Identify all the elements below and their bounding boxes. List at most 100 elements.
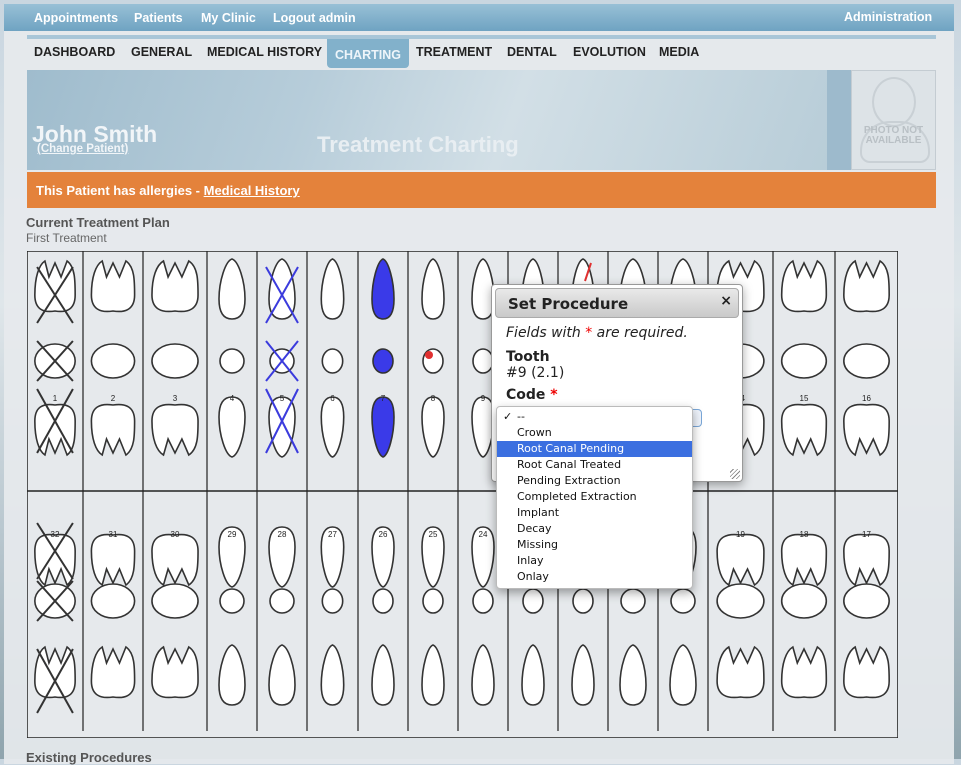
avatar-head-icon	[872, 77, 916, 127]
nav-appointments[interactable]: Appointments	[34, 11, 118, 25]
tooth-occlusal	[321, 588, 344, 614]
tooth-number: 26	[379, 530, 388, 539]
tooth-number: 6	[330, 394, 335, 403]
tab-dashboard[interactable]: DASHBOARD	[34, 45, 115, 59]
tooth-chart: 1234567891011121314151632313029282726252…	[27, 251, 898, 738]
change-patient-link[interactable]: (Change Patient)	[37, 143, 128, 155]
tooth-occlusal	[670, 588, 696, 614]
tooth-outline	[90, 259, 136, 313]
dropdown-option[interactable]: Decay	[497, 521, 692, 537]
tooth-outline	[780, 403, 828, 457]
tooth-number: 8	[431, 394, 436, 403]
tooth-value: #9 (2.1)	[506, 365, 565, 381]
nav-logout[interactable]: Logout admin	[273, 11, 356, 25]
tooth-outline	[151, 259, 199, 313]
tooth-occlusal	[151, 583, 199, 619]
tooth-occlusal	[572, 588, 594, 614]
tooth-number: 15	[800, 394, 809, 403]
tooth-occlusal	[151, 343, 199, 379]
tooth-outline	[780, 259, 828, 313]
tooth-outline	[90, 533, 136, 587]
tooth-number: 17	[862, 530, 871, 539]
dropdown-option[interactable]: Root Canal Treated	[497, 457, 692, 473]
tooth-occlusal	[372, 588, 394, 614]
tooth-number: 5	[280, 394, 285, 403]
tab-treatment[interactable]: TREATMENT	[416, 45, 492, 59]
tooth-number: 24	[479, 530, 488, 539]
tooth-occlusal	[780, 583, 828, 619]
tooth-number: 2	[111, 394, 116, 403]
tab-media[interactable]: MEDIA	[659, 45, 699, 59]
tooth-occlusal	[522, 588, 544, 614]
tooth-occlusal	[472, 348, 494, 374]
tooth-occlusal	[372, 348, 394, 374]
tab-evolution[interactable]: EVOLUTION	[573, 45, 646, 59]
tab-medical-history[interactable]: MEDICAL HISTORY	[207, 45, 322, 59]
tooth-outline	[151, 645, 199, 699]
tooth-outline	[151, 533, 199, 587]
page-title: Treatment Charting	[317, 132, 519, 157]
dropdown-option[interactable]: Completed Extraction	[497, 489, 692, 505]
dropdown-option[interactable]: Inlay	[497, 553, 692, 569]
dialog-title: Set Procedure	[508, 295, 629, 313]
tab-bar-line	[27, 35, 936, 39]
tooth-label: Tooth	[506, 349, 550, 365]
tooth-number: 7	[381, 394, 386, 403]
tooth-occlusal	[843, 583, 890, 619]
tooth-number: 3	[173, 394, 178, 403]
tooth-outline	[34, 259, 76, 313]
banner-edge	[827, 70, 851, 170]
tooth-occlusal	[780, 343, 828, 379]
tooth-occlusal	[90, 583, 136, 619]
nav-my-clinic[interactable]: My Clinic	[201, 11, 256, 25]
code-label: Code *	[506, 387, 558, 403]
photo-text: PHOTO NOT AVAILABLE	[863, 125, 924, 146]
dropdown-option[interactable]: Crown	[497, 425, 692, 441]
tooth-outline	[34, 533, 76, 587]
tooth-occlusal	[843, 343, 890, 379]
tooth-number: 16	[862, 394, 871, 403]
top-nav: Appointments Patients My Clinic Logout a…	[4, 4, 954, 31]
dropdown-option[interactable]: ✓ --	[497, 409, 692, 425]
tooth-outline	[843, 403, 890, 457]
dropdown-option[interactable]: Implant	[497, 505, 692, 521]
tooth-outline	[843, 533, 890, 587]
dropdown-option[interactable]: Pending Extraction	[497, 473, 692, 489]
allergy-alert: This Patient has allergies - Medical His…	[27, 172, 936, 208]
tooth-outline	[780, 533, 828, 587]
tooth-occlusal	[90, 343, 136, 379]
tooth-number: 29	[228, 530, 237, 539]
checkmark-icon: ✓	[503, 410, 513, 423]
plan-heading: Current Treatment Plan	[26, 215, 170, 230]
dropdown-option[interactable]: Root Canal Pending	[497, 441, 692, 457]
tooth-outline	[716, 533, 765, 587]
code-dropdown-list[interactable]: ✓ -- Crown Root Canal Pending Root Canal Tre…	[496, 406, 693, 589]
tooth-number: 27	[328, 530, 337, 539]
tooth-outline	[151, 403, 199, 457]
plan-name: First Treatment	[26, 231, 107, 245]
tooth-number: 25	[429, 530, 438, 539]
tooth-number: 31	[109, 530, 118, 539]
tooth-occlusal	[620, 588, 646, 614]
patient-photo-placeholder: PHOTO NOT AVAILABLE	[851, 70, 936, 170]
tab-dental[interactable]: DENTAL	[507, 45, 557, 59]
tooth-number: 30	[171, 530, 180, 539]
tooth-number: 18	[800, 530, 809, 539]
dropdown-option[interactable]: Missing	[497, 537, 692, 553]
tab-charting[interactable]: CHARTING	[327, 39, 409, 68]
alert-text: This Patient has allergies -	[36, 183, 204, 198]
tab-general[interactable]: GENERAL	[131, 45, 192, 59]
dropdown-option[interactable]: Onlay	[497, 569, 692, 585]
tooth-number: 32	[51, 530, 60, 539]
close-icon[interactable]: ×	[720, 293, 732, 309]
tooth-occlusal	[472, 588, 494, 614]
tooth-outline	[90, 403, 136, 457]
nav-patients[interactable]: Patients	[134, 11, 183, 25]
tooth-occlusal	[219, 348, 245, 374]
decay-mark	[425, 351, 433, 359]
tooth-outline	[90, 645, 136, 699]
medical-history-link[interactable]: Medical History	[204, 183, 300, 198]
tooth-number: 9	[481, 394, 486, 403]
resize-handle[interactable]	[730, 469, 740, 479]
nav-administration[interactable]: Administration	[844, 10, 932, 24]
